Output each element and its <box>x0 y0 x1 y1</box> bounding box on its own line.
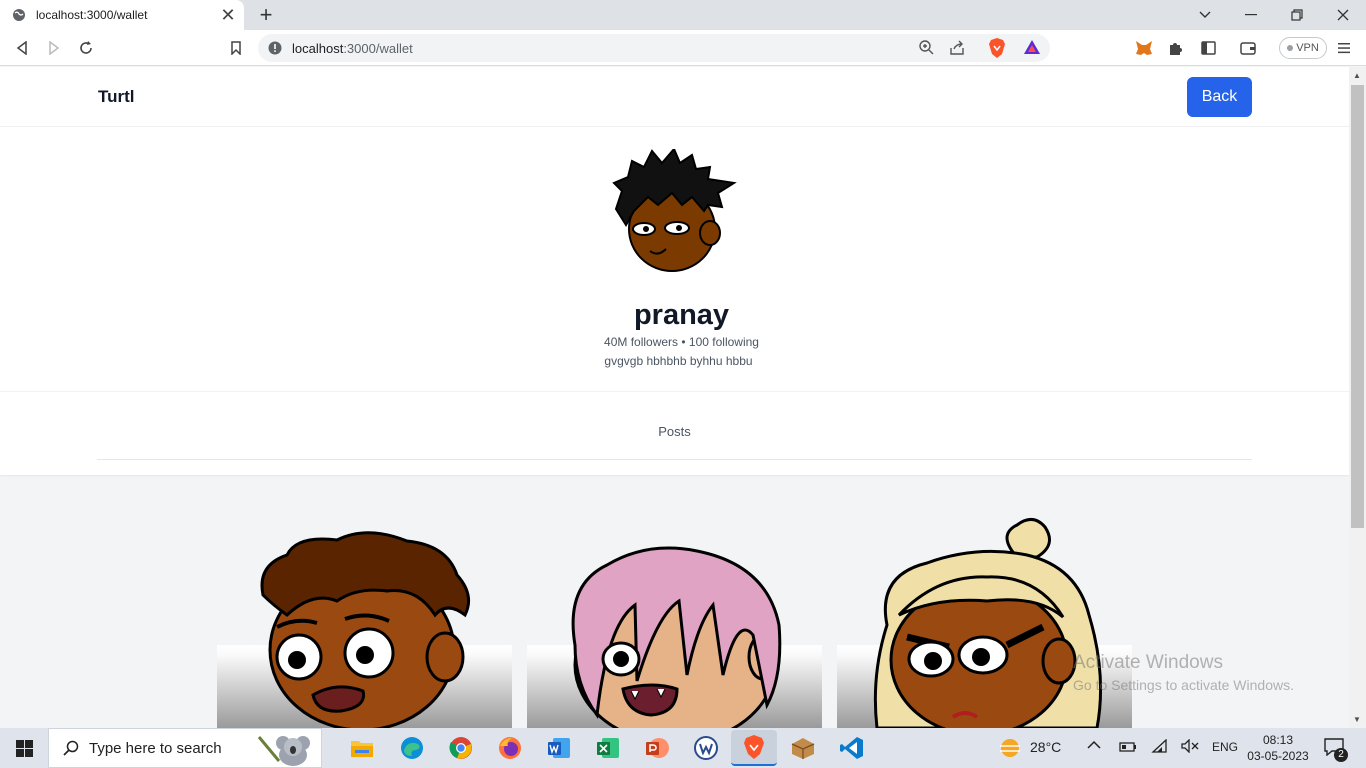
globe-icon <box>12 8 26 22</box>
app-navbar: Turtl Back <box>0 67 1349 127</box>
brave-shield-icon[interactable] <box>988 38 1006 58</box>
url-host: localhost <box>292 41 344 56</box>
menu-icon[interactable] <box>1333 37 1355 59</box>
excel-icon[interactable] <box>592 732 624 764</box>
profile-bio: gvgvgb hbhbhb byhhu hbbu <box>604 354 753 368</box>
sidebar-icon[interactable] <box>1197 37 1219 59</box>
close-tab-icon[interactable]: ✕ <box>216 3 240 27</box>
post-image-brown-hair-boy <box>260 531 471 728</box>
windows-watermark-title: Activate Windows <box>1073 652 1223 673</box>
edge-icon[interactable] <box>396 732 428 764</box>
app-w-icon[interactable] <box>690 732 722 764</box>
file-explorer-icon[interactable] <box>346 732 378 764</box>
wallet-icon[interactable] <box>1237 37 1259 59</box>
profile-username: pranay <box>633 299 730 331</box>
post-card[interactable] <box>217 505 512 728</box>
start-button[interactable] <box>0 728 48 768</box>
close-window-icon[interactable] <box>1331 3 1355 27</box>
reload-icon[interactable] <box>75 37 97 59</box>
tab-search-icon[interactable] <box>1193 3 1217 27</box>
post-image-pink-hair-girl <box>571 546 782 728</box>
post-image-blonde-bun-girl <box>873 518 1103 728</box>
koala-search-highlight-icon <box>257 731 317 767</box>
profile-stats: 40M followers • 100 following <box>604 335 759 349</box>
url-text: localhost:3000/wallet <box>292 41 413 56</box>
zoom-icon[interactable] <box>919 40 934 55</box>
tab-title: localhost:3000/wallet <box>36 8 148 22</box>
metamask-icon[interactable] <box>1133 37 1155 59</box>
firefox-icon[interactable] <box>494 732 526 764</box>
search-placeholder: Type here to search <box>89 739 222 757</box>
profile-header: pranay 40M followers • 100 following gvg… <box>0 127 1349 392</box>
browser-tab[interactable]: localhost:3000/wallet ✕ <box>0 0 244 30</box>
chrome-icon[interactable] <box>445 732 477 764</box>
post-card[interactable] <box>527 505 822 728</box>
vpn-button[interactable]: VPN <box>1279 37 1327 59</box>
minimize-icon[interactable] <box>1239 3 1263 27</box>
language-indicator[interactable]: ENG <box>1212 740 1238 754</box>
battery-icon[interactable] <box>1119 741 1137 753</box>
back-nav-icon[interactable] <box>11 37 33 59</box>
extensions-icon[interactable] <box>1165 37 1187 59</box>
brave-rewards-icon[interactable] <box>1023 39 1041 55</box>
browser-toolbar: localhost:3000/wallet VPN <box>0 30 1366 66</box>
weather-temperature[interactable]: 28°C <box>1030 739 1061 755</box>
vpn-status-dot <box>1287 45 1294 51</box>
profile-avatar <box>612 149 737 272</box>
vpn-label: VPN <box>1296 42 1319 54</box>
clock-time: 08:13 <box>1262 733 1294 747</box>
windows-logo-icon <box>15 739 33 757</box>
back-button[interactable]: Back <box>1187 77 1252 117</box>
tabs-divider <box>97 459 1252 460</box>
wifi-icon[interactable] <box>1151 739 1169 753</box>
windows-watermark-subtitle: Go to Settings to activate Windows. <box>1073 677 1294 693</box>
browser-tab-strip: localhost:3000/wallet ✕ + <box>0 0 1366 30</box>
share-icon[interactable] <box>950 40 966 55</box>
word-icon[interactable] <box>543 732 575 764</box>
taskbar-search[interactable]: Type here to search <box>48 728 322 768</box>
vscode-icon[interactable] <box>836 732 868 764</box>
bookmark-icon[interactable] <box>225 37 247 59</box>
url-path: :3000/wallet <box>343 41 413 56</box>
restore-icon[interactable] <box>1285 3 1309 27</box>
app-brand[interactable]: Turtl <box>98 87 135 107</box>
powerpoint-icon[interactable] <box>641 732 673 764</box>
brave-taskbar-icon[interactable] <box>731 730 777 766</box>
post-card[interactable] <box>837 505 1132 728</box>
page-scrollbar[interactable]: ▲ ▼ <box>1349 67 1366 728</box>
scroll-up-icon[interactable]: ▲ <box>1353 71 1362 80</box>
site-info-icon[interactable] <box>268 41 282 55</box>
taskbar-clock[interactable]: 08:13 03-05-2023 <box>1244 732 1312 764</box>
show-hidden-icons-icon[interactable] <box>1087 740 1101 750</box>
search-icon <box>63 740 79 756</box>
volume-muted-icon[interactable] <box>1181 739 1199 753</box>
clock-date: 03-05-2023 <box>1247 749 1309 763</box>
package-app-icon[interactable] <box>787 732 819 764</box>
profile-tabs: Posts <box>0 392 1349 475</box>
forward-nav-icon[interactable] <box>43 37 65 59</box>
tab-posts[interactable]: Posts <box>0 424 1349 439</box>
scrollbar-thumb[interactable] <box>1351 85 1364 528</box>
notification-count-badge: 2 <box>1334 748 1348 762</box>
address-bar[interactable]: localhost:3000/wallet <box>258 34 1050 62</box>
scroll-down-icon[interactable]: ▼ <box>1353 715 1362 724</box>
tab-posts-label: Posts <box>658 424 691 439</box>
weather-icon[interactable] <box>998 737 1022 759</box>
windows-taskbar: Type here to search 28°C ENG 08:13 03-05… <box>0 728 1366 768</box>
new-tab-icon[interactable]: + <box>254 2 278 27</box>
